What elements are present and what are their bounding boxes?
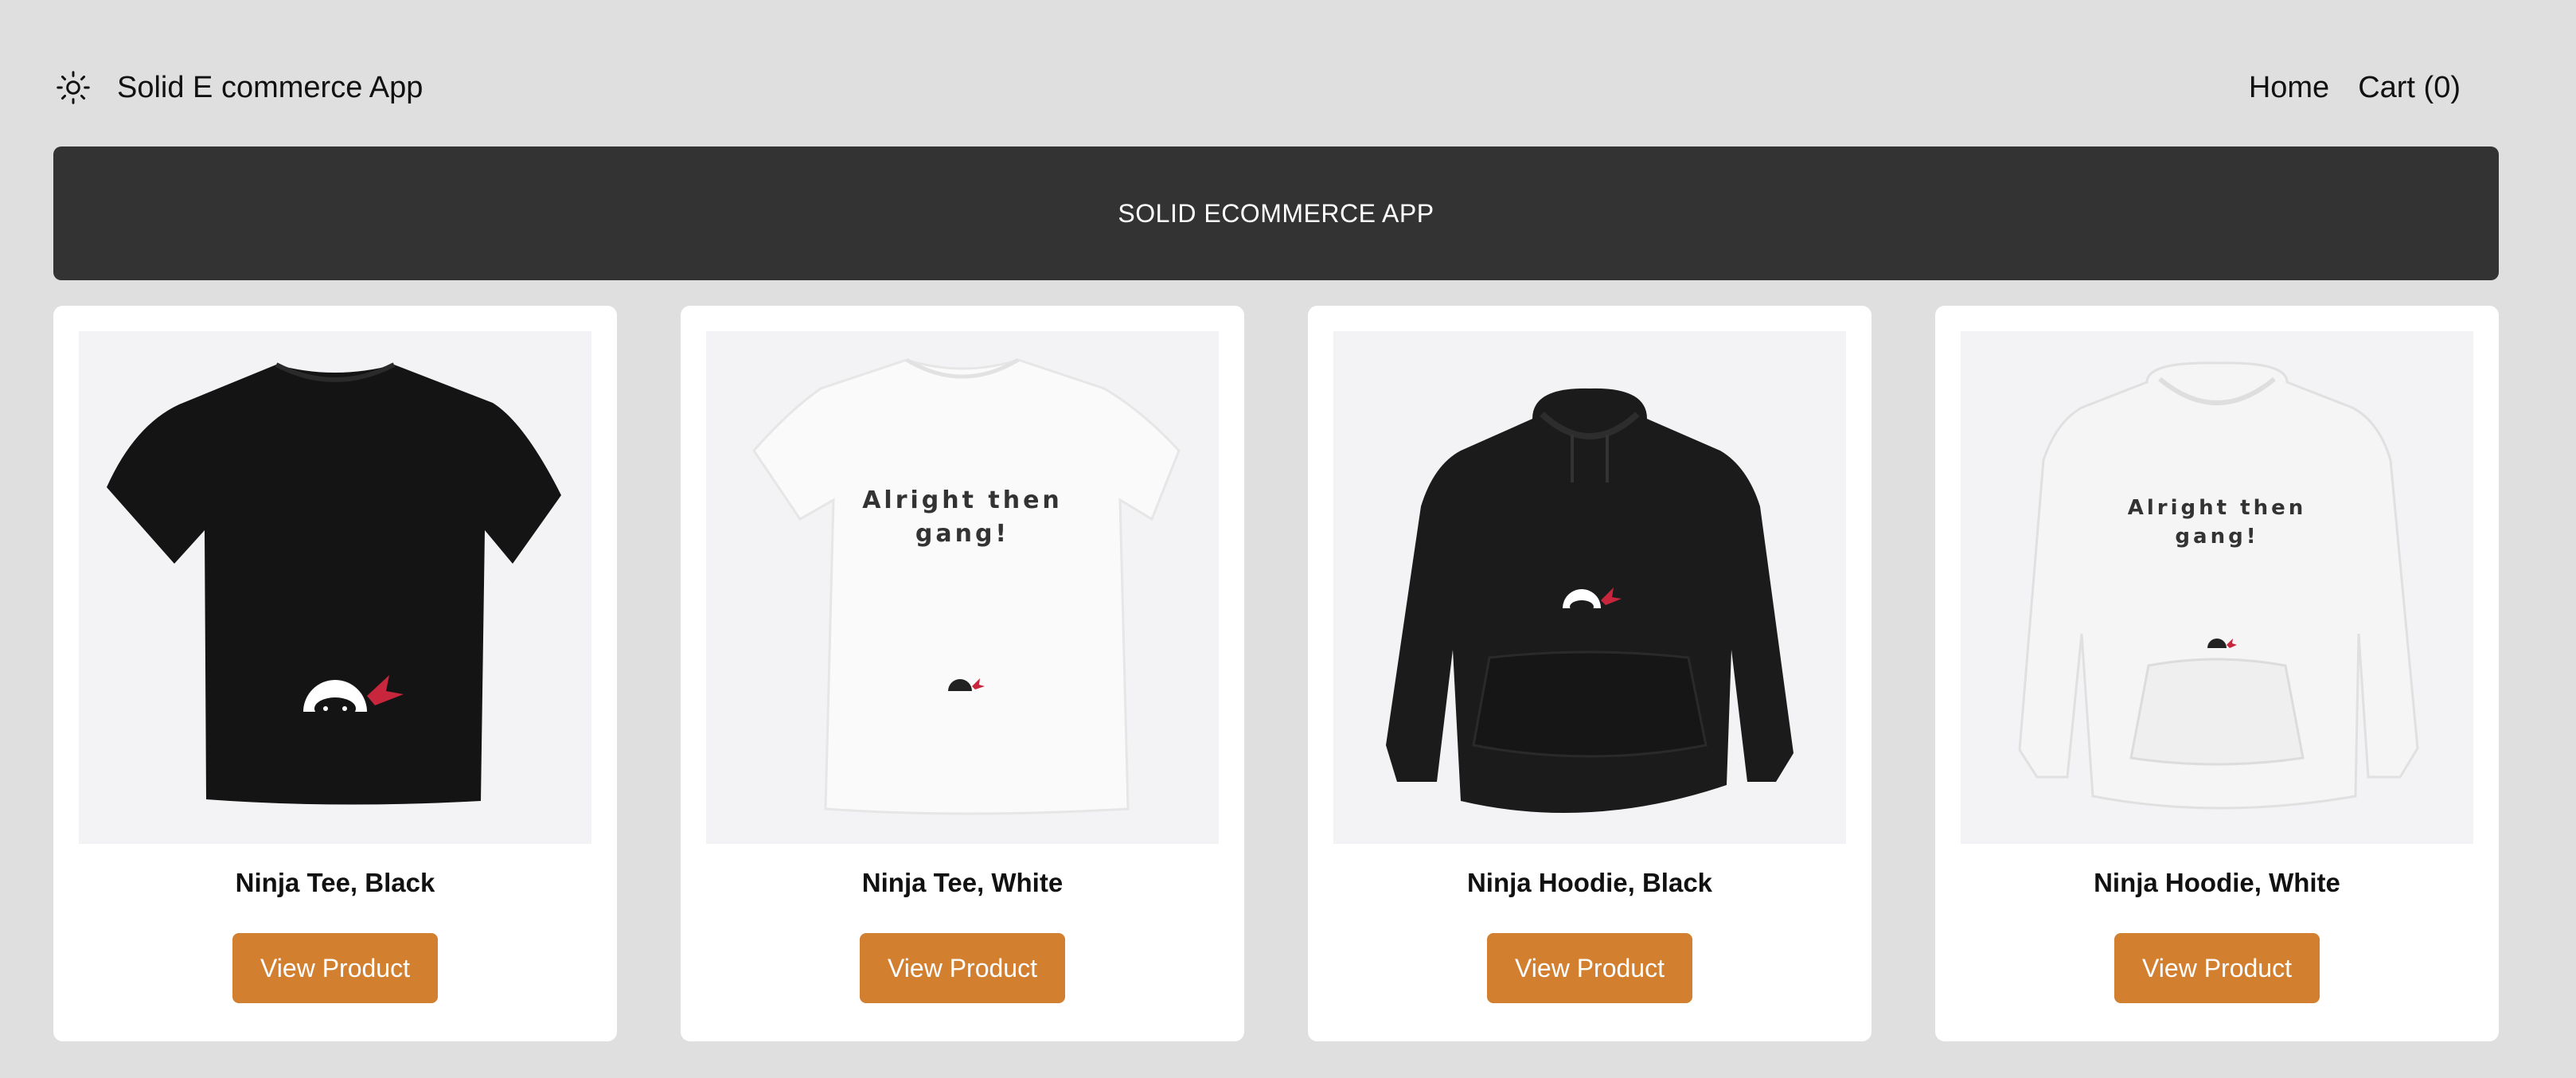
product-card: Alright then gang! Ninja Tee, White View… bbox=[681, 306, 1244, 1041]
white-tshirt-image[interactable]: Alright then gang! bbox=[706, 331, 1219, 844]
view-product-button[interactable]: View Product bbox=[232, 933, 438, 1003]
brand: Solid E commerce App bbox=[53, 68, 423, 107]
product-card: Ninja Tee, Black View Product bbox=[53, 306, 617, 1041]
print-text-line2: gang! bbox=[915, 520, 1009, 548]
nav-cart-link[interactable]: Cart (0) bbox=[2358, 71, 2461, 105]
product-name: Ninja Hoodie, Black bbox=[1466, 868, 1713, 897]
tshirt-shape bbox=[752, 358, 1181, 815]
product-name: Ninja Hoodie, White bbox=[2094, 868, 2340, 897]
product-grid: Ninja Tee, Black View Product Alright th… bbox=[53, 306, 2499, 1041]
white-hoodie-image[interactable]: Alright then gang! bbox=[1961, 331, 2473, 844]
sun-icon bbox=[57, 71, 90, 104]
black-tshirt-image[interactable] bbox=[79, 331, 591, 844]
print-text-line1: Alright then bbox=[862, 486, 1063, 514]
banner-text: SOLID ECOMMERCE APP bbox=[1118, 198, 1434, 228]
main-nav: Home Cart (0) bbox=[2249, 71, 2461, 105]
black-hoodie-image[interactable] bbox=[1333, 331, 1846, 844]
product-card: Alright then gang! Ninja Hoodie, White V… bbox=[1935, 306, 2499, 1041]
hero-banner: SOLID ECOMMERCE APP bbox=[53, 146, 2499, 280]
page: Solid E commerce App Home Cart (0) SOLID… bbox=[0, 0, 2576, 1078]
app-title: Solid E commerce App bbox=[117, 70, 423, 104]
product-name: Ninja Tee, White bbox=[861, 868, 1064, 897]
view-product-button[interactable]: View Product bbox=[1487, 933, 1692, 1003]
print-text-line2: gang! bbox=[2175, 525, 2258, 549]
theme-toggle-button[interactable] bbox=[53, 68, 93, 107]
top-bar: Solid E commerce App Home Cart (0) bbox=[53, 56, 2499, 119]
view-product-button[interactable]: View Product bbox=[860, 933, 1065, 1003]
print-text-line1: Alright then bbox=[2128, 496, 2306, 520]
nav-home-link[interactable]: Home bbox=[2249, 71, 2329, 105]
tshirt-shape bbox=[107, 365, 561, 805]
product-card: Ninja Hoodie, Black View Product bbox=[1308, 306, 1872, 1041]
view-product-button[interactable]: View Product bbox=[2114, 933, 2320, 1003]
product-name: Ninja Tee, Black bbox=[235, 868, 435, 897]
